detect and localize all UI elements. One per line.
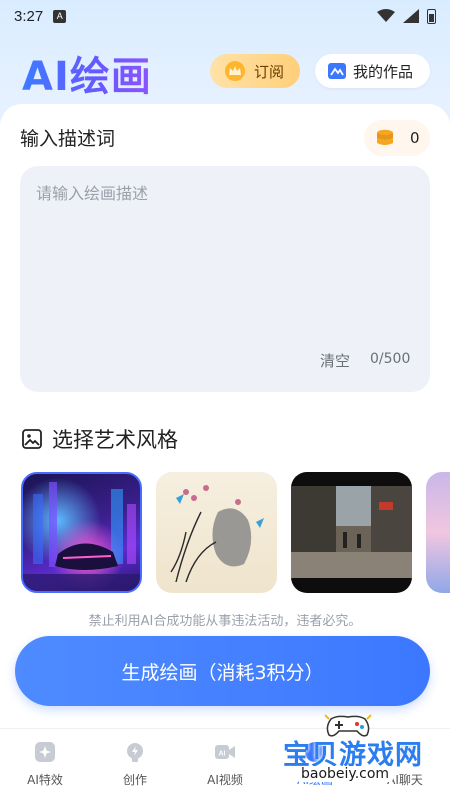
signal-icon <box>403 9 419 23</box>
nav-item-ai-video[interactable]: AI AI视频 <box>180 729 270 800</box>
legal-notice: 禁止利用AI合成功能从事违法活动，违者必究。 <box>88 614 362 629</box>
nav-item-create[interactable]: 创作 <box>90 729 180 800</box>
crown-icon <box>225 61 245 81</box>
sparkle-icon <box>35 742 55 762</box>
my-works-button[interactable]: 我的作品 <box>315 54 430 88</box>
neon-city-image <box>23 482 140 591</box>
status-bar: 3:27 A <box>0 0 450 32</box>
my-works-label: 我的作品 <box>353 62 414 81</box>
subscribe-label: 订阅 <box>254 62 285 81</box>
style-option-street-photo[interactable] <box>291 472 412 593</box>
coin-icon <box>377 129 393 145</box>
svg-text:AI: AI <box>219 751 226 758</box>
status-time: 3:27 <box>14 7 44 25</box>
nav-label: AI视频 <box>207 773 243 787</box>
prompt-input[interactable] <box>36 180 414 340</box>
main-card: 输入描述词 0 清空 0/500 选择艺术风格 <box>0 104 450 800</box>
style-option-anime[interactable] <box>426 472 450 593</box>
points-badge[interactable]: 0 <box>364 120 430 156</box>
nav-item-ai-effects[interactable]: AI特效 <box>0 729 90 800</box>
subscribe-button[interactable]: 订阅 <box>210 54 300 88</box>
style-carousel[interactable] <box>21 472 450 594</box>
ink-painting-image <box>170 485 264 583</box>
video-icon: AI <box>215 745 235 759</box>
nav-label: 创作 <box>122 773 147 787</box>
lightbulb-icon <box>127 743 143 762</box>
watermark: 宝贝游戏网 baobeiy.com <box>283 713 443 785</box>
chart-icon <box>328 63 346 79</box>
points-value: 0 <box>410 129 420 147</box>
prompt-section-label: 输入描述词 <box>20 128 116 150</box>
notification-icon: A <box>53 9 67 23</box>
style-option-neon-city[interactable] <box>21 472 142 593</box>
street-photo-image <box>291 486 412 578</box>
prompt-box: 清空 0/500 <box>20 166 430 392</box>
style-heading: 选择艺术风格 <box>22 424 178 454</box>
watermark-url: baobeiy.com <box>297 766 394 782</box>
generate-button[interactable]: 生成绘画（消耗3积分） <box>15 636 430 706</box>
image-icon <box>22 429 42 449</box>
wifi-icon <box>377 9 395 22</box>
nav-label: AI特效 <box>27 773 63 787</box>
clear-button[interactable]: 清空 <box>320 350 350 371</box>
page-title: AI绘画 <box>22 44 152 102</box>
style-option-ink-painting[interactable] <box>156 472 277 593</box>
battery-icon <box>427 8 436 24</box>
style-heading-label: 选择艺术风格 <box>52 428 178 452</box>
header: AI绘画 订阅 我的作品 <box>0 40 450 104</box>
char-count: 0/500 <box>370 351 411 367</box>
